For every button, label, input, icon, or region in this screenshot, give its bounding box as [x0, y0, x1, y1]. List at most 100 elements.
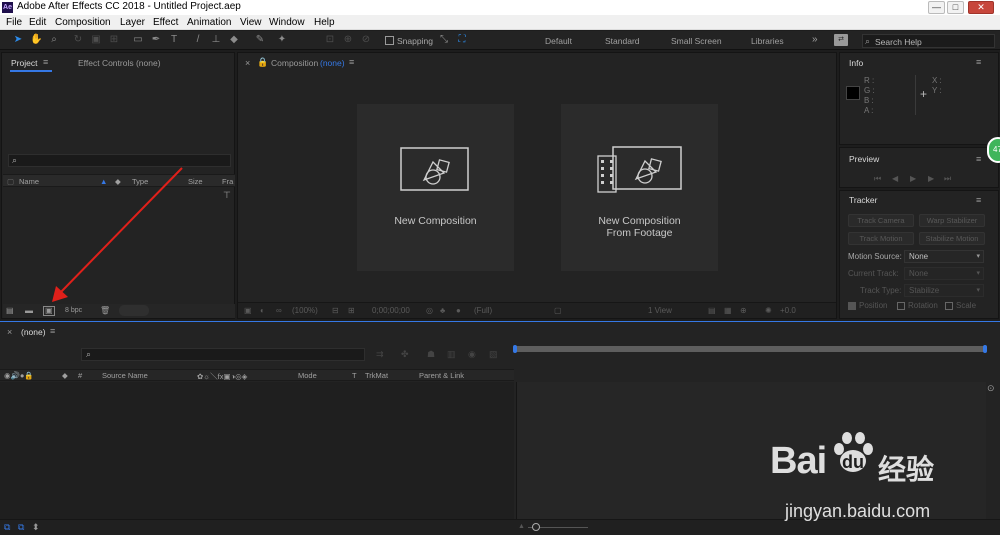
sort-arrow-icon[interactable]: ▲: [100, 177, 107, 186]
snapshot-icon[interactable]: ◎: [426, 306, 433, 315]
tab-timeline[interactable]: (none): [21, 327, 46, 337]
exposure-value[interactable]: +0.0: [780, 306, 796, 315]
pen-tool-icon[interactable]: ✒: [150, 34, 162, 46]
flowchart-icon[interactable]: ⊤: [223, 190, 231, 201]
column-t[interactable]: T: [352, 371, 357, 380]
orbit-camera-icon[interactable]: ↻: [72, 34, 84, 46]
column-parent-link[interactable]: Parent & Link: [419, 371, 464, 380]
workspace-default[interactable]: Default: [545, 36, 572, 46]
close-tab-icon[interactable]: ×: [245, 58, 250, 68]
new-composition-card[interactable]: New Composition: [357, 104, 514, 271]
menu-effect[interactable]: Effect: [153, 17, 178, 28]
reset-exposure-icon[interactable]: ⊕: [740, 306, 747, 315]
next-frame-icon[interactable]: ▶: [928, 174, 934, 183]
label-column-icon[interactable]: ▢: [7, 177, 14, 186]
workspace-more-icon[interactable]: »: [812, 34, 818, 45]
snap-options-icon[interactable]: ⤡: [438, 34, 450, 46]
previous-frame-icon[interactable]: ◀: [892, 174, 898, 183]
local-axis-icon[interactable]: ⊡: [324, 34, 336, 46]
color-channel-icon[interactable]: ●: [456, 306, 461, 315]
column-source-name[interactable]: Source Name: [102, 371, 148, 380]
menu-edit[interactable]: Edit: [29, 17, 46, 28]
layer-switches-icon[interactable]: ⧉: [4, 522, 10, 533]
puppet-tool-icon[interactable]: ✦: [276, 34, 288, 46]
last-frame-icon[interactable]: ⏭: [944, 174, 951, 184]
column-mode[interactable]: Mode: [298, 371, 317, 380]
rotation-checkbox[interactable]: [897, 302, 905, 310]
tab-project[interactable]: Project: [11, 58, 37, 68]
column-size[interactable]: Size: [188, 177, 203, 186]
menu-file[interactable]: File: [6, 17, 22, 28]
trash-icon[interactable]: 🗑: [100, 306, 110, 315]
play-icon[interactable]: ▶: [910, 174, 916, 183]
tag-icon[interactable]: ◆: [115, 177, 121, 186]
timeline-menu-icon[interactable]: ≡: [50, 326, 55, 336]
close-button[interactable]: ✕: [968, 1, 994, 14]
rectangle-tool-icon[interactable]: ▭: [132, 34, 144, 46]
stretch-icon[interactable]: ⬍: [32, 522, 40, 533]
motion-source-dropdown[interactable]: None ▾: [904, 250, 984, 263]
tracker-menu-icon[interactable]: ≡: [976, 195, 981, 205]
quality-dropdown[interactable]: (Full): [474, 306, 492, 315]
new-folder-icon[interactable]: ▬: [25, 306, 33, 315]
always-preview-icon[interactable]: ▣: [244, 306, 252, 315]
zoom-dropdown[interactable]: (100%): [292, 306, 318, 315]
menu-view[interactable]: View: [240, 17, 262, 28]
track-camera-icon[interactable]: ▣: [90, 34, 102, 46]
preview-menu-icon[interactable]: ≡: [976, 154, 981, 164]
current-track-dropdown[interactable]: None ▾: [904, 267, 984, 280]
graph-editor-icon[interactable]: ▧: [489, 349, 498, 360]
work-area-bar[interactable]: [514, 346, 986, 352]
switches-icons[interactable]: ✿☼＼fx▣◑◎◈: [197, 371, 247, 382]
first-frame-icon[interactable]: ⏮: [874, 174, 881, 184]
info-menu-icon[interactable]: ≡: [976, 57, 981, 67]
motion-blur-icon[interactable]: ◉: [468, 349, 476, 360]
thumbnail-slider[interactable]: [119, 305, 149, 316]
grid-icon[interactable]: ⊞: [348, 306, 355, 315]
menu-layer[interactable]: Layer: [120, 17, 145, 28]
lock-icon[interactable]: 🔒: [257, 57, 268, 68]
region-of-interest-icon[interactable]: ∞: [276, 306, 282, 315]
brush-tool-icon[interactable]: /: [192, 34, 204, 46]
zoom-tool-icon[interactable]: ⌕: [48, 34, 60, 46]
world-axis-icon[interactable]: ⊕: [342, 34, 354, 46]
composition-menu-icon[interactable]: ≡: [349, 57, 354, 67]
search-help-input[interactable]: ⌕ Search Help: [862, 34, 995, 48]
track-type-dropdown[interactable]: Stabilize ▾: [904, 284, 984, 297]
show-channel-icon[interactable]: ♣: [440, 306, 445, 315]
view-layout-dropdown[interactable]: 1 View: [648, 306, 672, 315]
project-search-input[interactable]: ⌕: [8, 154, 231, 167]
exposure-icon[interactable]: ✺: [765, 306, 772, 315]
info-title[interactable]: Info: [849, 58, 863, 68]
workspace-standard[interactable]: Standard: [605, 36, 640, 46]
tab-composition-value[interactable]: (none): [320, 58, 345, 68]
workspace-libraries[interactable]: Libraries: [751, 36, 784, 46]
flowchart-small-icon[interactable]: ▦: [724, 306, 732, 315]
workspace-small-screen[interactable]: Small Screen: [671, 36, 722, 46]
new-composition-icon[interactable]: ▣: [43, 306, 55, 316]
resolution-icon[interactable]: ⊟: [332, 306, 339, 315]
render-icon[interactable]: ▤: [708, 306, 716, 315]
transfer-controls-icon[interactable]: ⧉: [18, 522, 24, 533]
draft-3d-icon[interactable]: ✤: [401, 349, 409, 360]
eraser-tool-icon[interactable]: ◆: [228, 34, 240, 46]
comp-marker-icon[interactable]: ⊙: [987, 383, 995, 394]
frame-blending-icon[interactable]: ▥: [447, 349, 456, 360]
mask-visibility-icon[interactable]: ◐: [260, 306, 265, 315]
work-area-end-handle[interactable]: [983, 345, 987, 353]
close-timeline-icon[interactable]: ×: [7, 327, 12, 337]
shy-icon[interactable]: ☗: [427, 349, 435, 360]
region-icon[interactable]: ▢: [554, 306, 562, 315]
track-camera-button[interactable]: Track Camera: [848, 214, 914, 227]
warp-stabilizer-button[interactable]: Warp Stabilizer: [919, 214, 985, 227]
column-trkmat[interactable]: TrkMat: [365, 371, 388, 380]
type-tool-icon[interactable]: T: [168, 34, 180, 46]
preview-title[interactable]: Preview: [849, 154, 879, 164]
dolly-camera-icon[interactable]: ⊞: [108, 34, 120, 46]
scale-checkbox[interactable]: [945, 302, 953, 310]
view-axis-icon[interactable]: ⊘: [360, 34, 372, 46]
clone-stamp-icon[interactable]: ⊥: [210, 34, 222, 46]
menu-help[interactable]: Help: [314, 17, 335, 28]
bpc-label[interactable]: 8 bpc: [65, 307, 82, 314]
roto-brush-icon[interactable]: ✎: [254, 34, 266, 46]
